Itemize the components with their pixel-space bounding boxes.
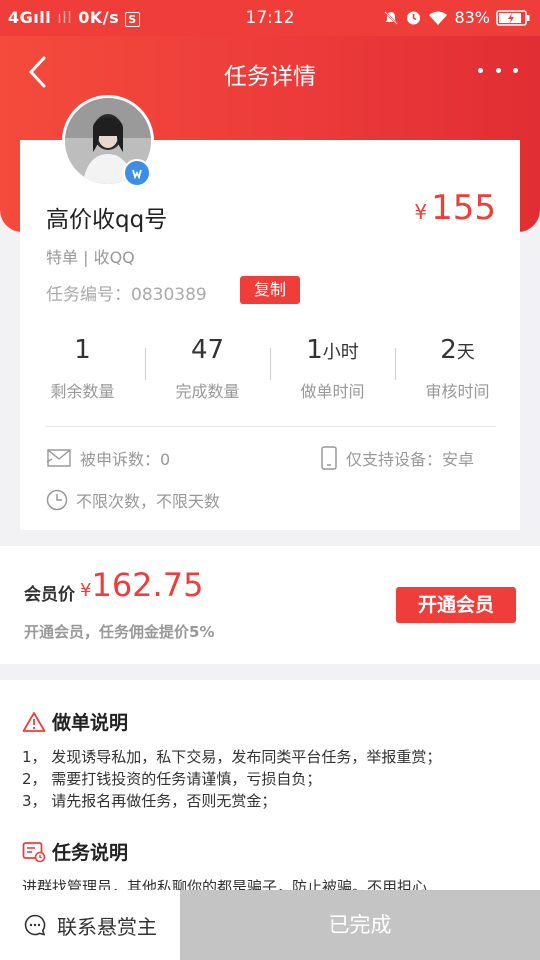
rule-item: 3， 请先报名再做任务，否则无赏金； bbox=[22, 792, 277, 810]
member-price-label: 会员价 bbox=[24, 585, 75, 605]
member-price-value: 162.75 bbox=[91, 566, 204, 604]
stat-label: 完成数量 bbox=[175, 382, 240, 401]
task-desc-title: 任务说明 bbox=[22, 838, 128, 865]
more-dot-icon bbox=[495, 67, 501, 73]
task-tags: 特单 | 收QQ bbox=[46, 248, 135, 267]
stat-review-time: 2天 审核时间 bbox=[395, 330, 520, 402]
rule-item: 2， 需要打钱投资的任务请谨慎，亏损自负； bbox=[22, 770, 322, 788]
phone-icon bbox=[321, 446, 337, 470]
page-title: 任务详情 bbox=[224, 64, 316, 90]
member-price: ¥162.75 bbox=[80, 566, 203, 604]
complaints-text: 被申诉数：0 bbox=[80, 450, 171, 469]
task-stats: 1 剩余数量 47 完成数量 1小时 做单时间 2天 审核时间 bbox=[20, 330, 520, 410]
limit-text: 不限次数，不限天数 bbox=[76, 492, 221, 511]
contact-owner-label: 联系悬赏主 bbox=[57, 914, 157, 939]
divider bbox=[46, 426, 496, 427]
rule-item: 1， 发现诱导私加，私下交易，发布同类平台任务，举报重赏； bbox=[22, 748, 442, 766]
stat-work-time: 1小时 做单时间 bbox=[270, 330, 395, 402]
stat-label: 做单时间 bbox=[300, 382, 365, 401]
warning-icon bbox=[22, 711, 46, 732]
stat-completed: 47 完成数量 bbox=[145, 330, 270, 402]
contact-owner-button[interactable]: 联系悬赏主 bbox=[0, 890, 180, 960]
task-doc-icon bbox=[22, 841, 46, 862]
status-right: 83% bbox=[383, 8, 530, 27]
stat-unit: 天 bbox=[456, 342, 475, 363]
more-button[interactable] bbox=[478, 54, 518, 86]
stat-value: 1 bbox=[74, 335, 91, 365]
device-row: 仅支持设备：安卓 bbox=[320, 446, 474, 470]
task-desc-title-text: 任务说明 bbox=[52, 842, 129, 864]
task-desc-text: 进群找管理员，其他私聊你的都是骗子，防止被骗。不用担心 bbox=[22, 878, 428, 890]
task-card: 高价收qq号 ¥155 特单 | 收QQ 任务编号：0830389 复制 1 剩… bbox=[20, 95, 520, 530]
instructions-title: 做单说明 bbox=[22, 708, 128, 735]
stat-label: 审核时间 bbox=[425, 382, 490, 401]
stat-value: 2 bbox=[440, 335, 457, 365]
task-number: 任务编号：0830389 bbox=[46, 285, 207, 305]
status-bar: 4Gıll ıll 0K/s S 17:12 83% bbox=[0, 0, 540, 36]
open-membership-button[interactable]: 开通会员 bbox=[396, 587, 516, 623]
stat-remaining: 1 剩余数量 bbox=[20, 330, 145, 402]
stat-unit: 小时 bbox=[322, 342, 359, 363]
price-value: 155 bbox=[431, 188, 496, 228]
chat-bubble-icon bbox=[24, 914, 46, 936]
mute-icon bbox=[384, 10, 399, 25]
instructions-title-text: 做单说明 bbox=[52, 712, 129, 734]
member-note: 开通会员，任务佣金提价5% bbox=[24, 623, 215, 641]
stat-value: 1 bbox=[306, 335, 323, 365]
member-section: 会员价 ¥162.75 开通会员，任务佣金提价5% 开通会员 bbox=[0, 546, 540, 664]
clock-icon bbox=[46, 489, 68, 511]
stat-value: 47 bbox=[190, 335, 225, 365]
limit-row: 不限次数，不限天数 bbox=[46, 488, 220, 512]
stat-label: 剩余数量 bbox=[50, 382, 115, 401]
member-price-symbol: ¥ bbox=[80, 580, 92, 601]
battery-percent: 83% bbox=[454, 8, 490, 27]
task-price: ¥155 bbox=[414, 188, 496, 228]
task-name: 高价收qq号 bbox=[46, 207, 168, 233]
completed-button[interactable]: 已完成 bbox=[180, 890, 540, 960]
instructions-section: 做单说明 1， 发现诱导私加，私下交易，发布同类平台任务，举报重赏； 2， 需要… bbox=[0, 680, 540, 890]
battery-icon bbox=[496, 9, 530, 26]
device-text: 仅支持设备：安卓 bbox=[346, 450, 475, 469]
copy-button[interactable]: 复制 bbox=[240, 276, 300, 304]
price-symbol: ¥ bbox=[414, 200, 428, 224]
alarm-icon bbox=[407, 11, 421, 25]
wifi-icon bbox=[429, 11, 448, 25]
more-dot-icon bbox=[513, 67, 518, 73]
bottom-bar: 联系悬赏主 已完成 bbox=[0, 890, 540, 960]
complaints-row: 被申诉数：0 bbox=[46, 446, 170, 470]
verified-badge-icon bbox=[123, 159, 151, 187]
envelope-icon bbox=[46, 449, 71, 467]
more-dot-icon bbox=[478, 67, 483, 73]
